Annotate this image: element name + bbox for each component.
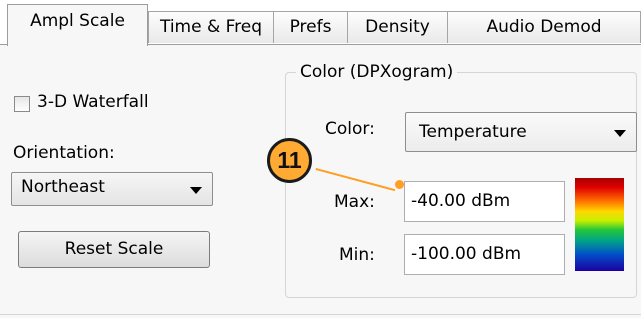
color-label: Color: [325,119,375,139]
color-group-title: Color (DPXogram) [296,62,458,82]
color-dropdown[interactable]: Temperature [405,112,637,152]
color-value: Temperature [419,122,527,142]
min-input[interactable]: -100.00 dBm [404,234,565,275]
tab-density[interactable]: Density [347,11,448,43]
tab-time-freq[interactable]: Time & Freq [148,11,274,43]
tab-strip: Ampl Scale Time & Freq Prefs Density Aud… [0,0,641,46]
tab-prefs[interactable]: Prefs [273,11,348,43]
tab-audio-demod[interactable]: Audio Demod [447,11,641,43]
max-value: -40.00 dBm [411,191,511,211]
min-label: Min: [339,245,375,265]
min-value: -100.00 dBm [411,244,522,264]
orientation-dropdown[interactable]: Northeast [11,172,213,206]
settings-panel: Ampl Scale Time & Freq Prefs Density Aud… [0,0,641,318]
waterfall-checkbox[interactable] [14,96,30,112]
reset-scale-button[interactable]: Reset Scale [18,231,210,268]
max-label: Max: [334,192,375,212]
chevron-down-icon [614,130,626,137]
callout-number-badge: 11 [267,138,312,183]
waterfall-checkbox-label[interactable]: 3-D Waterfall [37,92,149,112]
panel-bottom-divider [0,314,641,315]
orientation-label: Orientation: [13,143,115,163]
tab-ampl-scale[interactable]: Ampl Scale [7,4,148,46]
callout-dot [395,180,404,189]
orientation-value: Northeast [21,177,105,197]
max-input[interactable]: -40.00 dBm [404,181,565,222]
chevron-down-icon [190,187,202,194]
colormap-gradient-bar [575,178,624,271]
